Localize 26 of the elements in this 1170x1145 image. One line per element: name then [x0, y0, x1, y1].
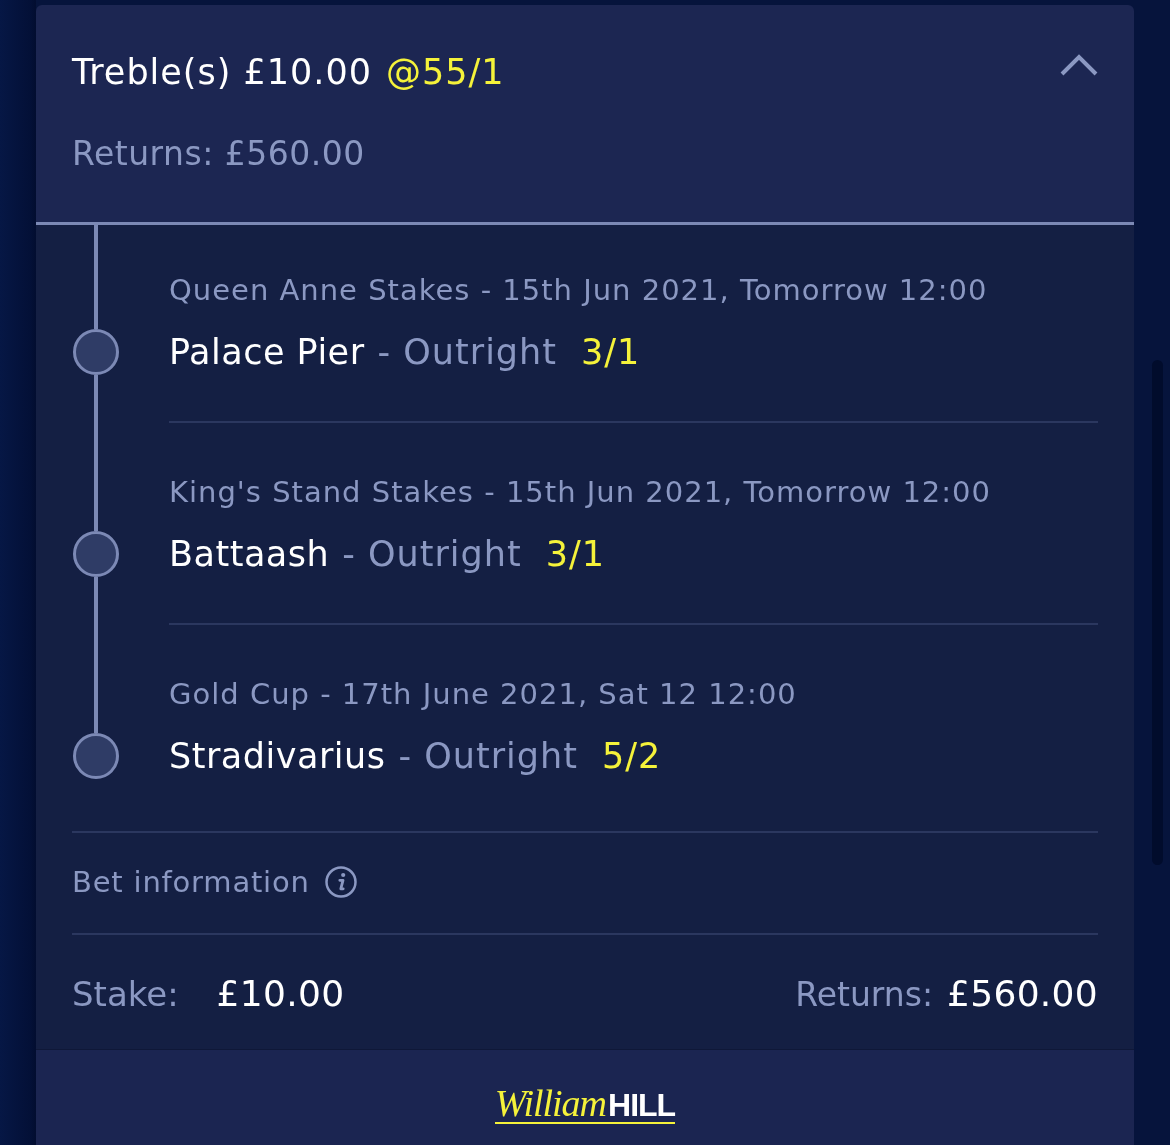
selection-name: Palace Pier: [169, 331, 365, 374]
market-name: - Outright: [342, 533, 522, 576]
event-info: Queen Anne Stakes - 15th Jun 2021, Tomorrow 12:00: [169, 272, 988, 308]
potential-returns: Returns: £560.00: [72, 134, 365, 174]
timeline-node-icon: [73, 531, 119, 577]
market-name: - Outright: [398, 735, 578, 778]
event-info: Gold Cup - 17th June 2021, Sat 12 12:00: [169, 676, 797, 712]
selection-odds: 3/1: [545, 533, 605, 576]
bet-title: Treble(s) £10.00: [72, 51, 372, 94]
chevron-up-icon[interactable]: [1060, 54, 1098, 76]
selection-odds: 3/1: [581, 331, 641, 374]
event-info: King's Stand Stakes - 15th Jun 2021, Tomorrow 12:00: [169, 474, 991, 510]
info-icon[interactable]: [324, 866, 357, 898]
returns-value: £560.00: [947, 972, 1098, 1016]
selection-odds: 5/2: [601, 735, 662, 778]
bet-information-label: Bet information: [72, 864, 310, 900]
selection-name: Stradivarius: [169, 735, 386, 778]
brand-logo: WilliamHILL: [494, 1086, 676, 1124]
stake-value: £10.00: [216, 972, 345, 1016]
timeline-node-icon: [73, 733, 119, 779]
returns-label: Returns:: [795, 974, 933, 1016]
stake-label: Stake:: [72, 973, 179, 1016]
timeline-node-icon: [73, 329, 119, 375]
selection-name: Battaash: [169, 533, 330, 576]
bet-odds: @55/1: [386, 51, 505, 94]
market-name: - Outright: [377, 331, 557, 374]
